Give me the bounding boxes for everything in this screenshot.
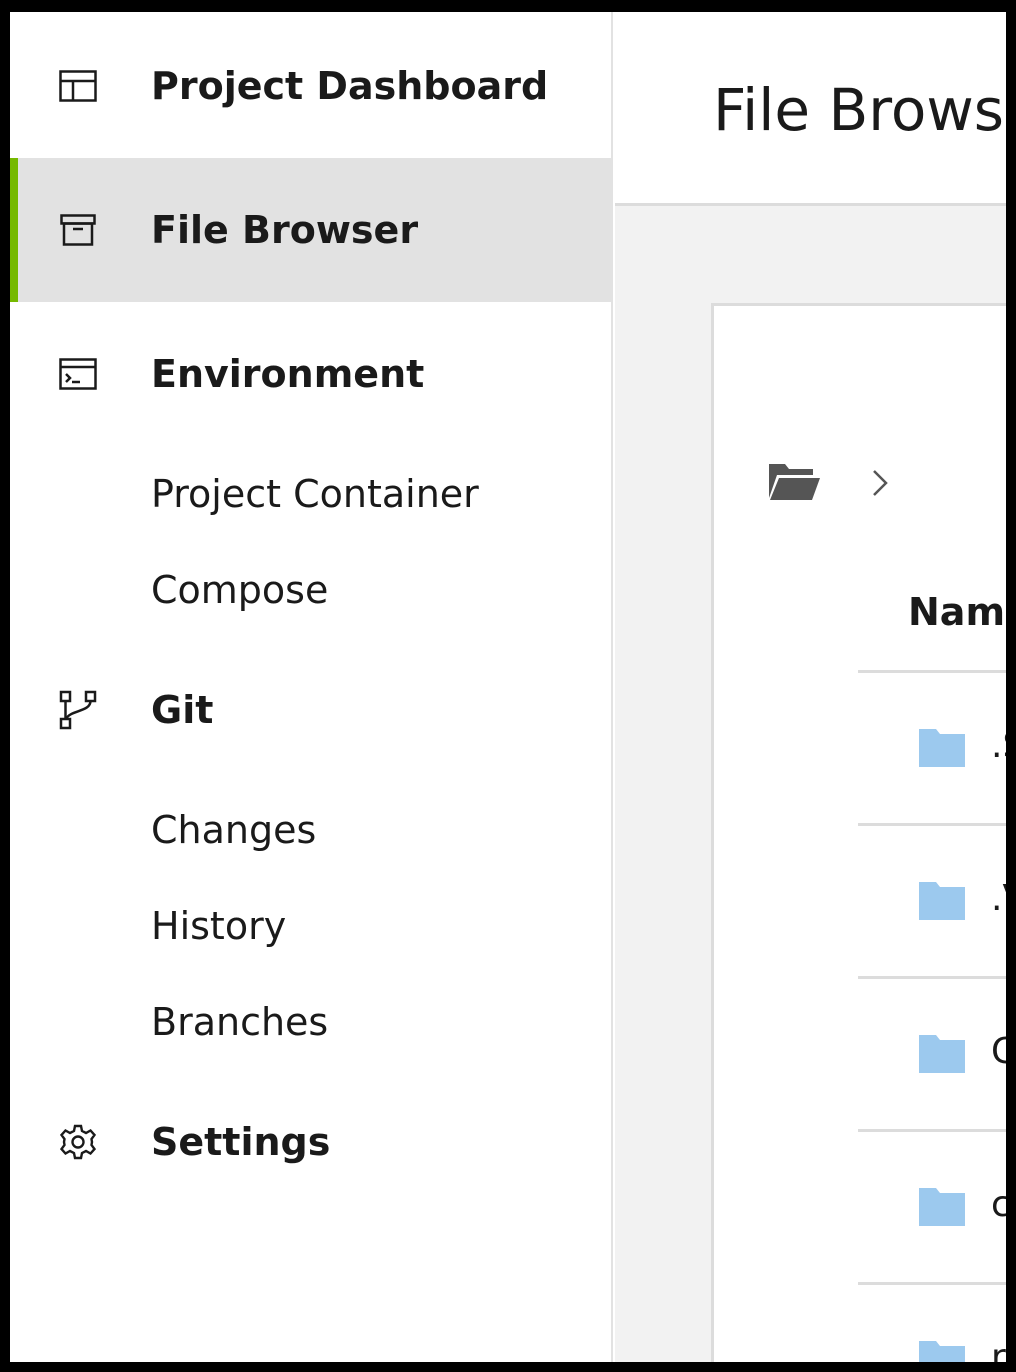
terminal-window-icon	[58, 354, 98, 394]
sidebar-item-label: Project Dashboard	[151, 64, 549, 108]
file-name: .V	[991, 878, 1006, 919]
file-name: r	[991, 1337, 1006, 1362]
breadcrumb	[767, 460, 1006, 508]
folder-open-icon[interactable]	[767, 460, 821, 506]
sidebar-item-git[interactable]: Git	[10, 638, 613, 782]
sidebar-subitem-compose[interactable]: Compose	[151, 560, 328, 620]
sidebar-item-project-dashboard[interactable]: Project Dashboard	[10, 14, 613, 158]
file-name: C	[991, 1031, 1006, 1072]
page-header: File Brows	[615, 12, 1006, 206]
gear-icon	[58, 1122, 98, 1162]
archive-icon	[58, 210, 98, 250]
sidebar-item-settings[interactable]: Settings	[10, 1070, 613, 1214]
table-row[interactable]: .S	[858, 673, 1006, 823]
chevron-right-icon	[871, 468, 889, 502]
folder-icon	[919, 1188, 965, 1226]
main-content: File Brows Nam .S	[615, 12, 1006, 1362]
table-row[interactable]: .V	[858, 826, 1006, 976]
sidebar-item-label: Git	[151, 688, 214, 732]
folder-icon	[919, 1341, 965, 1362]
folder-icon	[919, 1035, 965, 1073]
sidebar-item-file-browser[interactable]: File Browser	[10, 158, 613, 302]
table-row[interactable]: C	[858, 979, 1006, 1129]
sidebar-subitem-project-container[interactable]: Project Container	[151, 464, 479, 524]
sidebar-subitem-changes[interactable]: Changes	[151, 800, 316, 860]
dashboard-icon	[58, 66, 98, 106]
sidebar-item-label: File Browser	[151, 208, 419, 252]
file-name: .S	[991, 725, 1006, 766]
sidebar-item-environment[interactable]: Environment	[10, 302, 613, 446]
table-row[interactable]: r	[858, 1285, 1006, 1362]
app-window: Project Dashboard File Browser Environme…	[10, 12, 1006, 1362]
file-name: c	[991, 1184, 1006, 1225]
folder-icon	[919, 882, 965, 920]
column-header-name[interactable]: Nam	[908, 590, 1005, 634]
sidebar: Project Dashboard File Browser Environme…	[10, 12, 613, 1362]
git-branch-icon	[58, 690, 98, 730]
table-row[interactable]: c	[858, 1132, 1006, 1282]
sidebar-item-label: Settings	[151, 1120, 331, 1164]
sidebar-subitem-branches[interactable]: Branches	[151, 992, 328, 1052]
page-title: File Brows	[713, 76, 1004, 144]
folder-icon	[919, 729, 965, 767]
sidebar-item-label: Environment	[151, 352, 425, 396]
sidebar-subitem-history[interactable]: History	[151, 896, 286, 956]
